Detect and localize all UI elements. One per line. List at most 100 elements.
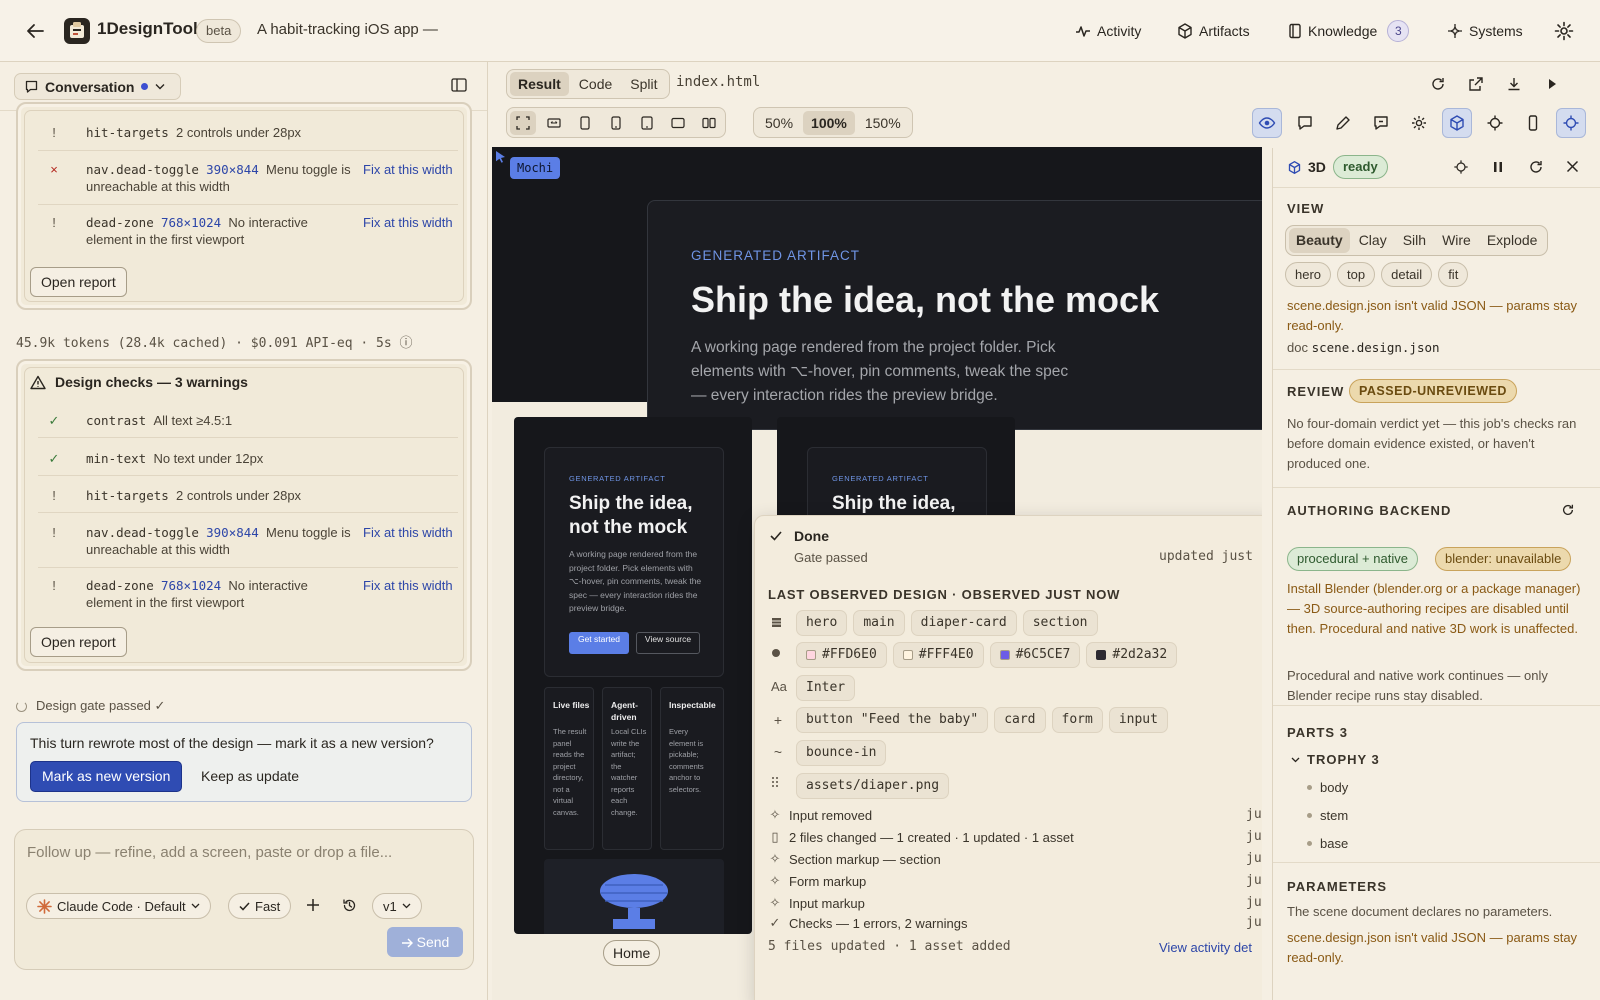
component-chip[interactable]: button "Feed the baby" <box>796 707 989 733</box>
phone-get-started-button[interactable]: Get started <box>569 632 629 654</box>
color-chip[interactable]: #6C5CE7 <box>989 642 1081 668</box>
color-swatch <box>902 650 913 660</box>
mode-wire[interactable]: Wire <box>1435 228 1478 253</box>
camera-hero[interactable]: hero <box>1285 262 1332 287</box>
fit-viewport-icon[interactable] <box>510 110 536 135</box>
chevron-down-icon <box>402 903 411 909</box>
component-chip[interactable]: card <box>994 707 1046 733</box>
back-arrow-icon[interactable] <box>24 21 46 41</box>
tab-result[interactable]: Result <box>510 72 569 96</box>
message-composer[interactable]: Follow up — refine, add a screen, paste … <box>14 829 474 970</box>
eye-icon[interactable] <box>1258 114 1276 132</box>
fix-at-width-link[interactable]: Fix at this width <box>363 214 453 231</box>
mobile-device-icon[interactable] <box>1524 114 1542 132</box>
mode-explode[interactable]: Explode <box>1480 228 1545 253</box>
reload-icon[interactable] <box>1528 159 1544 175</box>
color-chip[interactable]: #FFF4E0 <box>892 642 984 668</box>
nav-artifacts[interactable]: Artifacts <box>1177 20 1250 42</box>
structure-chip[interactable]: hero <box>796 610 848 636</box>
plus-icon[interactable] <box>306 898 320 912</box>
structure-chip[interactable]: diaper-card <box>910 610 1017 636</box>
structure-chip[interactable]: section <box>1022 610 1098 636</box>
fix-at-width-link[interactable]: Fix at this width <box>363 524 453 541</box>
close-icon[interactable] <box>1566 160 1579 173</box>
part-item[interactable]: base <box>1307 836 1348 851</box>
view-activity-link[interactable]: View activity det <box>1159 940 1252 955</box>
zoom-50[interactable]: 50% <box>757 111 801 135</box>
motion-chip[interactable]: bounce-in <box>796 740 887 766</box>
conversation-tab[interactable]: Conversation <box>14 73 181 100</box>
hero-section[interactable]: GENERATED ARTIFACT Ship the idea, not th… <box>647 200 1262 430</box>
camera-fit[interactable]: fit <box>1438 262 1469 287</box>
home-page-pill[interactable]: Home <box>603 940 661 966</box>
mode-silh[interactable]: Silh <box>1396 228 1433 253</box>
crosshair-icon[interactable] <box>1453 159 1469 175</box>
project-title[interactable]: A habit-tracking iOS app — <box>257 21 438 38</box>
color-chip[interactable]: #FFD6E0 <box>796 642 887 668</box>
doc-filename: scene.design.json <box>1311 340 1440 355</box>
zoom-150[interactable]: 150% <box>857 111 909 135</box>
structure-chip[interactable]: main <box>853 610 905 636</box>
desktop-preview[interactable]: Mochi GENERATED ARTIFACT Ship the idea, … <box>492 147 1262 430</box>
phone-preview[interactable]: GENERATED ARTIFACT Ship the idea, not th… <box>514 417 752 934</box>
tablet-landscape-icon[interactable] <box>665 111 691 135</box>
phone-icon[interactable] <box>603 111 629 135</box>
composer-input[interactable]: Follow up — refine, add a screen, paste … <box>27 844 392 861</box>
activity-popover: Done Gate passed updated just LAST OBSER… <box>754 515 1262 1000</box>
refresh-icon[interactable] <box>1430 76 1448 94</box>
open-report-button[interactable]: Open report <box>30 627 127 657</box>
mode-clay[interactable]: Clay <box>1352 228 1394 253</box>
phone-small-icon[interactable] <box>572 111 598 135</box>
pause-icon[interactable] <box>1492 160 1504 174</box>
gear-icon[interactable] <box>1554 21 1574 41</box>
version-selector[interactable]: v1 <box>372 893 422 919</box>
comment-icon[interactable] <box>1296 114 1314 132</box>
check-text: All text ≥4.5:1 <box>153 413 233 428</box>
component-chip[interactable]: input <box>1108 707 1168 733</box>
sidebar-toggle-icon[interactable] <box>451 78 467 92</box>
pencil-icon[interactable] <box>1334 114 1352 132</box>
camera-top[interactable]: top <box>1337 262 1376 287</box>
annotate-icon[interactable] <box>1372 114 1390 132</box>
zoom-100[interactable]: 100% <box>803 110 855 135</box>
send-button[interactable]: Send <box>387 927 463 957</box>
target-icon[interactable] <box>1562 114 1580 132</box>
nav-knowledge[interactable]: Knowledge 3 <box>1288 20 1410 42</box>
crosshair-icon[interactable] <box>1486 114 1504 132</box>
fix-at-width-link[interactable]: Fix at this width <box>363 161 453 178</box>
speed-toggle[interactable]: Fast <box>228 893 292 919</box>
component-chip[interactable]: form <box>1051 707 1103 733</box>
tab-split[interactable]: Split <box>622 72 665 96</box>
color-chip[interactable]: #2d2a32 <box>1086 642 1178 668</box>
play-icon[interactable] <box>1544 76 1562 94</box>
part-item[interactable]: stem <box>1307 808 1348 823</box>
nav-systems[interactable]: Systems <box>1447 20 1523 42</box>
part-item[interactable]: body <box>1307 780 1348 795</box>
hero-eyebrow: GENERATED ARTIFACT <box>691 248 861 263</box>
history-icon[interactable] <box>342 898 357 913</box>
open-external-icon[interactable] <box>1468 76 1486 94</box>
model-selector[interactable]: Claude Code · Default <box>26 893 211 919</box>
tablet-icon[interactable] <box>634 111 660 135</box>
phone-view-source-button[interactable]: View source <box>636 632 700 654</box>
mode-beauty[interactable]: Beauty <box>1289 228 1350 253</box>
responsive-icon[interactable] <box>541 111 567 135</box>
refresh-backend-icon[interactable] <box>1561 503 1575 517</box>
open-report-button[interactable]: Open report <box>30 267 127 297</box>
tab-code[interactable]: Code <box>571 72 620 96</box>
phone-title: Ship the idea, <box>832 493 956 514</box>
fix-at-width-link[interactable]: Fix at this width <box>363 577 453 594</box>
nav-activity[interactable]: Activity <box>1075 20 1141 42</box>
preview-stage[interactable]: Mochi GENERATED ARTIFACT Ship the idea, … <box>492 147 1262 1000</box>
keep-as-update-button[interactable]: Keep as update <box>201 768 299 784</box>
color-swatch <box>999 650 1010 660</box>
mark-new-version-button[interactable]: Mark as new version <box>30 761 183 792</box>
parts-group-trophy[interactable]: TROPHY 3 <box>1291 752 1380 767</box>
cube-icon[interactable] <box>1448 114 1466 132</box>
settings-cog-icon[interactable] <box>1410 114 1428 132</box>
font-chip[interactable]: Inter <box>796 675 856 701</box>
side-by-side-icon[interactable] <box>696 111 722 135</box>
asset-chip[interactable]: assets/diaper.png <box>796 773 950 799</box>
camera-detail[interactable]: detail <box>1381 262 1433 287</box>
download-icon[interactable] <box>1506 76 1524 94</box>
